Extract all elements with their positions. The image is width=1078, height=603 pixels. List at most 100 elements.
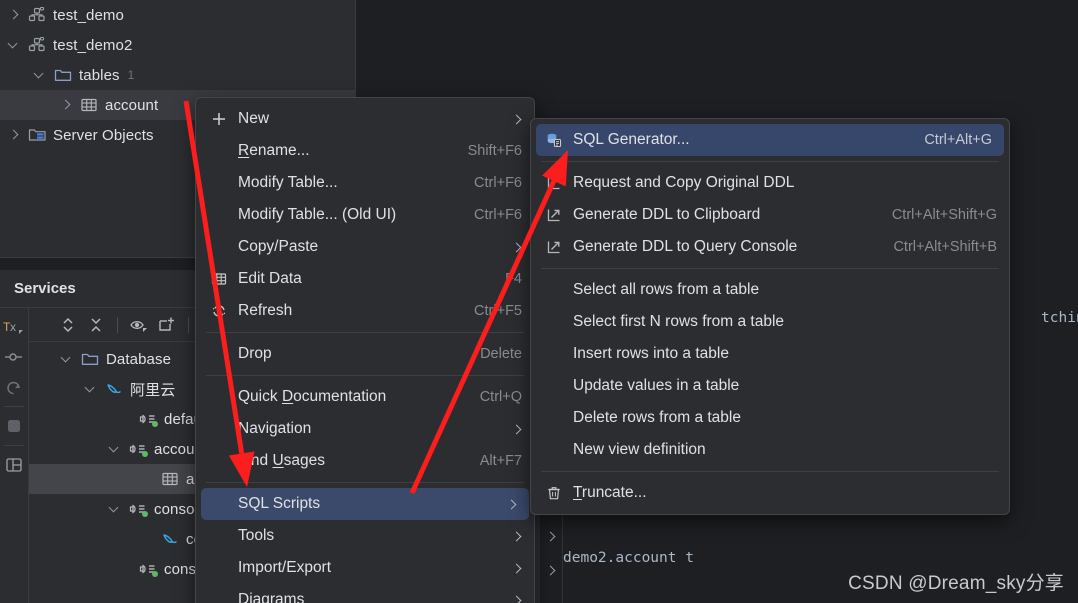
table-context-menu[interactable]: New Rename... Shift+F6 Modify Table... Ctrl+…: [195, 97, 535, 603]
menu-item-copy-paste[interactable]: Copy/Paste: [196, 231, 534, 263]
code-text-fragment: tching:: [1041, 310, 1078, 326]
collapse-all-icon[interactable]: [83, 312, 109, 338]
expand-collapse-icon[interactable]: [55, 312, 81, 338]
toolbar-divider: [188, 316, 189, 333]
menu-item-label: Quick Documentation: [238, 388, 387, 405]
server-icon: [28, 126, 46, 144]
tree-row-label: account: [105, 96, 159, 114]
export-icon: [545, 207, 563, 223]
menu-item-rename[interactable]: Rename... Shift+F6: [196, 135, 534, 167]
export-icon: [545, 175, 563, 191]
menu-item-delete-rows-from-a-table[interactable]: Delete rows from a table: [531, 402, 1009, 434]
menu-item-shortcut: Delete: [480, 346, 522, 362]
tx-icon[interactable]: T x: [2, 312, 26, 342]
tree-row[interactable]: test_demo: [0, 0, 355, 30]
menu-item-truncate[interactable]: Truncate...: [531, 477, 1009, 509]
conn-icon: [139, 560, 158, 578]
app-window: test_demo test_demo2 tables 1 account Ser…: [0, 0, 1078, 603]
services-tree-row-label: consol: [154, 500, 198, 518]
menu-item-shortcut: Ctrl+F6: [474, 207, 522, 223]
fold-chevron-icon[interactable]: [546, 566, 556, 576]
menu-item-label: Tools: [238, 527, 275, 544]
menu-item-new[interactable]: New: [196, 103, 534, 135]
menu-separator: [206, 332, 524, 333]
menu-item-label: Modify Table... (Old UI): [238, 206, 397, 223]
menu-item-edit-data[interactable]: Edit Data F4: [196, 263, 534, 295]
menu-item-generate-ddl-to-clipboard[interactable]: Generate DDL to Clipboard Ctrl+Alt+Shift+…: [531, 199, 1009, 231]
services-vertical-toolbar: T x: [0, 308, 29, 603]
menu-item-label: Rename...: [238, 142, 310, 159]
new-tab-icon[interactable]: [154, 312, 180, 338]
menu-separator: [541, 161, 999, 162]
layout-icon[interactable]: [2, 450, 26, 480]
menu-item-insert-rows-into-a-table[interactable]: Insert rows into a table: [531, 338, 1009, 370]
schema-icon: [28, 36, 46, 54]
tree-row[interactable]: tables 1: [0, 60, 355, 90]
menu-item-label: Generate DDL to Clipboard: [573, 206, 761, 223]
fold-chevron-icon[interactable]: [546, 532, 556, 542]
svg-text:x: x: [10, 320, 16, 334]
menu-item-label: Refresh: [238, 302, 293, 319]
table-icon: [161, 470, 179, 488]
chevron-right-icon[interactable]: [58, 97, 74, 113]
eye-icon[interactable]: [126, 312, 152, 338]
conn-icon: [129, 440, 148, 458]
menu-item-new-view-definition[interactable]: New view definition: [531, 434, 1009, 466]
chevron-down-icon[interactable]: [6, 37, 22, 53]
menu-item-quick-documentation[interactable]: Quick Documentation Ctrl+Q: [196, 381, 534, 413]
menu-item-generate-ddl-to-query-console[interactable]: Generate DDL to Query Console Ctrl+Alt+Sh…: [531, 231, 1009, 263]
folder-icon: [54, 66, 72, 84]
sql-generator-icon: [545, 132, 563, 148]
menu-item-label: Delete rows from a table: [573, 409, 741, 426]
chevron-right-icon[interactable]: [6, 127, 22, 143]
tree-row-count: 1: [127, 68, 135, 82]
menu-item-navigation[interactable]: Navigation: [196, 413, 534, 445]
pin-icon[interactable]: [2, 342, 26, 372]
menu-item-select-all-rows-from-a-table[interactable]: Select all rows from a table: [531, 274, 1009, 306]
schema-icon: [28, 6, 46, 24]
menu-item-label: Update values in a table: [573, 377, 740, 394]
menu-item-label: Select first N rows from a table: [573, 313, 785, 330]
menu-item-label: New: [238, 110, 270, 127]
menu-item-label: Copy/Paste: [238, 238, 319, 255]
menu-item-sql-generator[interactable]: SQL Generator... Ctrl+Alt+G: [536, 124, 1004, 156]
menu-item-update-values-in-a-table[interactable]: Update values in a table: [531, 370, 1009, 402]
rollback-icon[interactable]: [2, 372, 26, 402]
menu-item-label: Select all rows from a table: [573, 281, 760, 298]
menu-separator: [541, 268, 999, 269]
menu-item-shortcut: Alt+F7: [479, 453, 522, 469]
chevron-down-icon[interactable]: [107, 501, 123, 517]
tree-row[interactable]: test_demo2: [0, 30, 355, 60]
menu-item-label: Request and Copy Original DDL: [573, 174, 795, 191]
menu-item-modify-table-old-ui[interactable]: Modify Table... (Old UI) Ctrl+F6: [196, 199, 534, 231]
menu-item-diagrams[interactable]: Diagrams: [196, 584, 534, 603]
menu-item-drop[interactable]: Drop Delete: [196, 338, 534, 370]
menu-item-import-export[interactable]: Import/Export: [196, 552, 534, 584]
menu-item-find-usages[interactable]: Find Usages Alt+F7: [196, 445, 534, 477]
menu-item-tools[interactable]: Tools: [196, 520, 534, 552]
menu-item-label: Insert rows into a table: [573, 345, 729, 362]
conn-icon: [139, 410, 158, 428]
menu-item-modify-table[interactable]: Modify Table... Ctrl+F6: [196, 167, 534, 199]
menu-item-refresh[interactable]: Refresh Ctrl+F5: [196, 295, 534, 327]
tree-row-label: test_demo: [53, 6, 124, 24]
menu-item-select-first-n-rows-from-a-table[interactable]: Select first N rows from a table: [531, 306, 1009, 338]
sql-scripts-submenu[interactable]: SQL Generator... Ctrl+Alt+G Request and C…: [530, 118, 1010, 515]
tree-row-label: tables: [79, 66, 120, 84]
services-tree-row-label: 阿里云: [130, 381, 176, 399]
conn-icon: [129, 500, 148, 518]
chevron-down-icon[interactable]: [107, 441, 123, 457]
chevron-down-icon[interactable]: [32, 67, 48, 83]
chevron-right-icon[interactable]: [6, 7, 22, 23]
dolphin-icon: [105, 380, 123, 398]
menu-separator: [206, 482, 524, 483]
chevron-down-icon[interactable]: [59, 351, 75, 367]
menu-item-label: SQL Scripts: [238, 495, 321, 512]
dolphin-icon: [161, 530, 179, 548]
stop-icon[interactable]: [2, 411, 26, 441]
menu-item-label: Modify Table...: [238, 174, 338, 191]
chevron-down-icon[interactable]: [83, 381, 99, 397]
trash-icon: [545, 485, 563, 501]
menu-item-sql-scripts[interactable]: SQL Scripts: [201, 488, 529, 520]
menu-item-request-and-copy-original-ddl[interactable]: Request and Copy Original DDL: [531, 167, 1009, 199]
